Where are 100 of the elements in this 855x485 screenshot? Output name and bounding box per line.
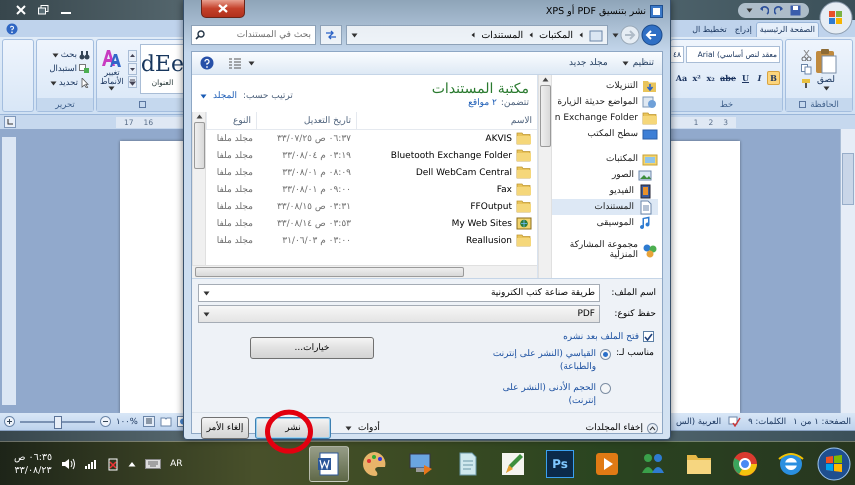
navigation-item[interactable]: مجموعة المشاركة المنزلية — [552, 240, 662, 260]
radio-button[interactable] — [600, 349, 612, 360]
keyboard-icon[interactable] — [145, 458, 162, 468]
scissors-icon[interactable] — [801, 50, 812, 60]
close-button[interactable] — [201, 0, 245, 18]
horizontal-scrollbar[interactable] — [192, 265, 537, 278]
vertical-scrollbar[interactable] — [840, 129, 855, 413]
help-icon[interactable] — [6, 22, 18, 34]
clock[interactable]: ٠٦:٣٥ ص ٣٣/٠٨/٢٣ — [14, 450, 52, 476]
navigation-item[interactable]: المكتبات — [552, 151, 662, 167]
address-bar[interactable]: المكتبات المستندات — [346, 25, 608, 45]
italic-button[interactable]: I — [753, 71, 766, 85]
search-field[interactable]: بحث في المستندات — [191, 25, 316, 45]
column-header[interactable]: تاريخ التعديل — [256, 112, 356, 129]
dialog-launcher-icon[interactable] — [799, 101, 806, 108]
customize-caret-icon[interactable] — [746, 8, 753, 12]
scrollbar-thumb[interactable] — [842, 153, 854, 205]
paste-button[interactable]: لصق — [815, 48, 837, 90]
dropdown-caret-icon[interactable] — [203, 312, 210, 316]
start-button[interactable] — [817, 446, 851, 480]
arrange-dropdown[interactable]: المجلد — [213, 91, 237, 101]
help-icon[interactable] — [200, 56, 214, 70]
caret-icon[interactable] — [50, 80, 57, 86]
scrollbar-thumb[interactable] — [194, 122, 204, 169]
radio-label[interactable]: الحجم الأدنى (النشر على إنترنت) — [478, 382, 596, 408]
file-type-dropdown[interactable]: PDF — [198, 305, 600, 323]
underline-button[interactable]: U — [739, 71, 752, 85]
tab-selector-icon[interactable] — [4, 116, 16, 128]
close-icon[interactable] — [16, 5, 26, 15]
signal-icon[interactable] — [84, 458, 98, 470]
navigation-item[interactable]: الصور — [552, 167, 658, 183]
column-header[interactable]: الاسم — [356, 112, 537, 129]
scrollbar[interactable] — [538, 75, 552, 278]
navigation-item[interactable]: الموسيقى — [552, 215, 658, 231]
scrollbar-thumb[interactable] — [195, 267, 464, 277]
language-indicator[interactable]: AR — [170, 458, 183, 468]
undo-icon[interactable] — [758, 4, 769, 16]
page-count[interactable]: الصفحة: ١ من ١ — [793, 416, 851, 426]
caret-icon[interactable] — [52, 52, 59, 58]
volume-icon[interactable] — [61, 458, 76, 470]
navigation-item[interactable]: n Exchange Folder — [552, 110, 662, 126]
scrollbar[interactable] — [192, 112, 206, 265]
new-folder-button[interactable]: مجلد جديد — [568, 58, 608, 68]
checkbox[interactable] — [643, 331, 654, 342]
subscript-button[interactable]: x₂ — [704, 71, 718, 85]
chevron-icon[interactable] — [578, 31, 584, 39]
checkbox-label[interactable]: فتح الملف بعد نشره — [563, 332, 639, 342]
ribbon-tab[interactable]: إدراج — [730, 22, 756, 37]
zoom-out-icon[interactable] — [100, 416, 111, 427]
copy-icon[interactable] — [801, 64, 812, 74]
breadcrumb-item[interactable]: المكتبات — [539, 30, 573, 40]
ribbon-tab[interactable]: تخطيط ال — [688, 22, 731, 37]
zoom-level[interactable]: %١٠٠ — [116, 416, 138, 426]
navigation-item[interactable]: التنزيلات — [552, 78, 662, 94]
navigation-item[interactable]: الفيديو — [552, 183, 658, 199]
breadcrumb-item[interactable]: المستندات — [481, 30, 524, 40]
caret-icon[interactable] — [345, 426, 352, 430]
power-icon[interactable] — [107, 456, 120, 470]
navigation-item[interactable]: المستندات — [552, 199, 658, 215]
zoom-in-icon[interactable] — [4, 416, 15, 427]
language-indicator[interactable]: العربية (الس — [676, 416, 722, 426]
scrollbar-thumb[interactable] — [540, 85, 550, 147]
save-icon[interactable] — [790, 4, 801, 16]
restore-icon[interactable] — [38, 5, 49, 15]
details-view-icon[interactable] — [228, 58, 242, 68]
hide-folders-button[interactable]: إخفاء المجلدات — [586, 422, 658, 434]
more-styles-icon[interactable] — [128, 76, 137, 88]
scroll-up-icon[interactable] — [128, 50, 137, 62]
show-hidden-icons-icon[interactable] — [128, 460, 136, 466]
back-icon[interactable] — [641, 24, 663, 46]
ribbon-tab[interactable]: الصفحة الرئيسية — [756, 22, 819, 37]
caret-icon[interactable] — [108, 86, 116, 90]
caret-icon[interactable] — [200, 94, 207, 98]
superscript-button[interactable]: x² — [690, 71, 704, 85]
options-button[interactable]: خيارات... — [250, 337, 374, 359]
tools-button[interactable]: أدوات — [337, 423, 388, 433]
chevron-icon[interactable] — [528, 31, 534, 39]
dropdown-caret-icon[interactable] — [203, 290, 210, 296]
caret-icon[interactable] — [622, 60, 629, 66]
view-caret-icon[interactable] — [248, 60, 255, 66]
word-count[interactable]: الكلمات: ٩ — [748, 416, 786, 426]
replace-button[interactable]: استبدال — [49, 64, 90, 74]
taskbar-button[interactable] — [309, 446, 349, 482]
bold-button[interactable]: B — [767, 71, 780, 85]
navigation-item[interactable]: المواضع حديثة الزيارة — [552, 94, 662, 110]
reading-view-icon[interactable] — [160, 416, 172, 427]
zoom-slider-thumb[interactable] — [54, 416, 62, 428]
scroll-down-icon[interactable] — [128, 63, 137, 75]
locations-link[interactable]: ٢ مواقع — [468, 98, 497, 108]
scroll-up-icon[interactable] — [542, 77, 548, 82]
change-case-button[interactable]: Aa — [674, 71, 690, 85]
organize-button[interactable]: تنظيم — [622, 58, 654, 68]
cancel-button[interactable]: إلغاء الأمر — [201, 417, 249, 439]
proofing-icon[interactable] — [728, 416, 742, 427]
strikethrough-button[interactable]: abe — [718, 71, 738, 85]
caret-icon[interactable] — [822, 86, 830, 90]
photo-editor-icon[interactable]: Ps — [546, 450, 574, 478]
radio-button[interactable] — [600, 383, 612, 394]
redo-icon[interactable] — [774, 4, 785, 16]
find-button[interactable]: بحث — [52, 50, 90, 60]
